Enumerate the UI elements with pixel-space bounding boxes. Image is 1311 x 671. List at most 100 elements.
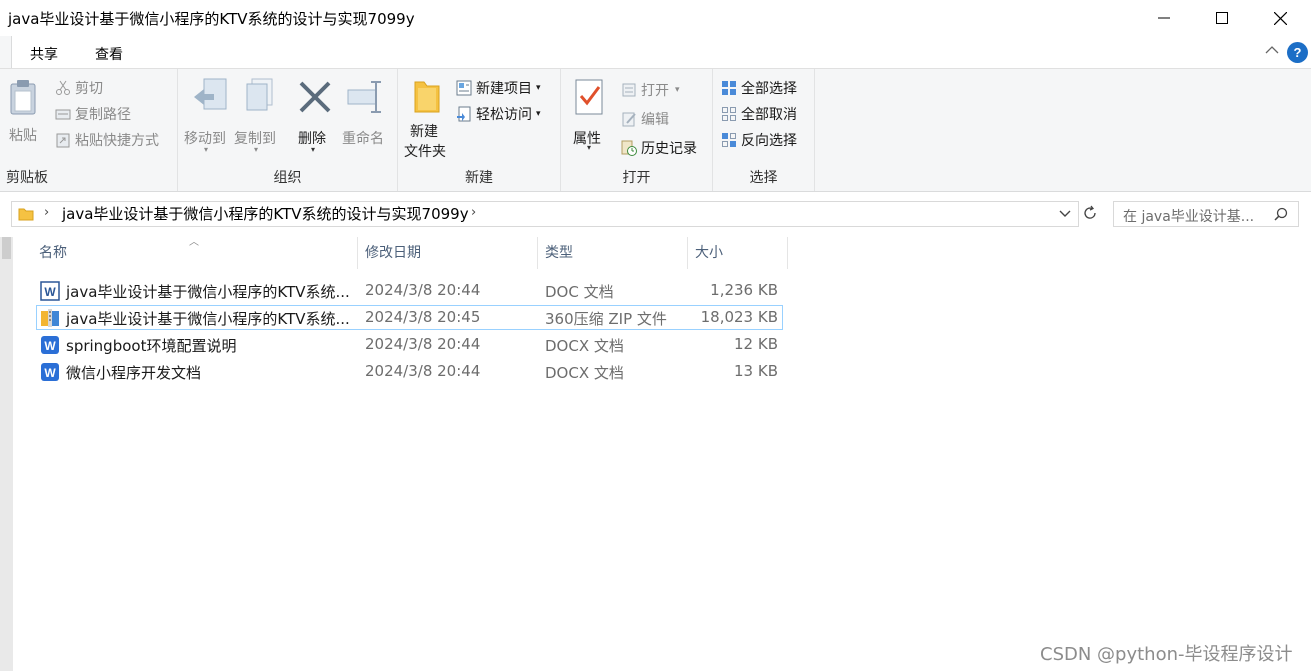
history-button[interactable]: 历史记录 <box>621 138 697 158</box>
delete-button[interactable]: 删除 ▾ <box>292 75 338 154</box>
cut-button[interactable]: 剪切 <box>55 78 103 98</box>
file-size: 12 KB <box>734 335 778 353</box>
move-to-dropdown-icon: ▾ <box>204 145 209 154</box>
collapse-ribbon-icon[interactable] <box>1265 44 1279 56</box>
file-row[interactable]: W 微信小程序开发文档 2024/3/8 20:44 DOCX 文档 13 KB <box>36 359 783 384</box>
copy-path-button[interactable]: 复制路径 <box>55 104 131 124</box>
properties-check-icon <box>575 79 603 115</box>
maximize-button[interactable] <box>1193 0 1251 36</box>
open-button[interactable]: 打开 ▾ <box>621 80 680 100</box>
address-row: › java毕业设计基于微信小程序的KTV系统的设计与实现7099y › 在 j… <box>0 193 1311 235</box>
ribbon-tab-bar: 共享 查看 <box>0 36 1311 68</box>
file-size: 13 KB <box>734 362 778 380</box>
file-type: 360压缩 ZIP 文件 <box>545 310 667 328</box>
file-name: springboot环境配置说明 <box>66 337 237 355</box>
svg-text:W: W <box>44 339 56 353</box>
delete-x-icon <box>299 81 331 113</box>
column-header-size[interactable]: 大小 <box>687 237 788 269</box>
history-label: 历史记录 <box>641 141 697 157</box>
paste-button[interactable]: 粘贴 <box>4 75 44 145</box>
new-folder-label-line2: 文件夹 <box>404 144 446 160</box>
tab-share[interactable]: 共享 <box>30 44 58 64</box>
select-none-button[interactable]: 全部取消 <box>721 104 797 124</box>
column-header-name[interactable]: 名称 <box>31 237 358 269</box>
watermark-text: CSDN @python-毕设程序设计 <box>1040 644 1293 665</box>
search-input[interactable]: 在 java毕业设计基... <box>1113 201 1299 227</box>
invert-selection-label: 反向选择 <box>741 133 797 149</box>
rename-button[interactable]: 重命名 <box>338 75 396 153</box>
file-row-selected[interactable]: java毕业设计基于微信小程序的KTV系统... 2024/3/8 20:45 … <box>36 305 783 330</box>
file-type: DOCX 文档 <box>545 337 624 355</box>
refresh-icon[interactable] <box>1082 205 1098 221</box>
copy-to-button[interactable]: 复制到 ▾ <box>232 75 284 154</box>
word-doc-icon: W <box>40 281 60 301</box>
properties-button[interactable]: 属性 ▾ <box>567 75 613 155</box>
close-icon <box>1273 11 1287 25</box>
new-item-icon <box>456 80 472 96</box>
new-item-dropdown-icon: ▾ <box>536 83 541 93</box>
file-name: 微信小程序开发文档 <box>66 364 202 382</box>
file-row[interactable]: W springboot环境配置说明 2024/3/8 20:44 DOCX 文… <box>36 332 783 357</box>
file-explorer-window: java毕业设计基于微信小程序的KTV系统的设计与实现7099y 共享 查看 ? <box>0 0 1311 671</box>
select-all-icon <box>722 81 736 95</box>
edit-pencil-icon <box>622 112 636 127</box>
properties-dropdown-icon: ▾ <box>587 143 592 152</box>
minimize-button[interactable] <box>1135 0 1193 36</box>
file-type: DOCX 文档 <box>545 364 624 382</box>
select-all-button[interactable]: 全部选择 <box>721 78 797 98</box>
column-header-type[interactable]: 类型 <box>537 237 688 269</box>
easy-access-button[interactable]: 轻松访问 ▾ <box>456 104 541 124</box>
column-header-date[interactable]: 修改日期 <box>357 237 538 269</box>
new-item-button[interactable]: 新建项目 ▾ <box>456 78 541 98</box>
zip-archive-icon <box>41 309 59 327</box>
invert-selection-button[interactable]: 反向选择 <box>721 130 797 150</box>
breadcrumb-current-folder[interactable]: java毕业设计基于微信小程序的KTV系统的设计与实现7099y <box>58 202 473 226</box>
open-label: 打开 <box>641 83 669 99</box>
new-group-label: 新建 <box>465 170 493 186</box>
open-group-label: 打开 <box>622 170 651 186</box>
breadcrumb-chevron-icon[interactable]: › <box>44 205 49 220</box>
file-date: 2024/3/8 20:45 <box>365 308 481 326</box>
help-icon[interactable]: ? <box>1287 42 1308 63</box>
file-row[interactable]: W java毕业设计基于微信小程序的KTV系统... 2024/3/8 20:4… <box>36 278 783 303</box>
navigation-pane-scrollbar[interactable] <box>0 237 13 671</box>
ribbon: 粘贴 剪切 复制路径 粘贴快捷方式 剪贴板 移动到 ▾ 复制到 ▾ 删除 ▾ 重… <box>0 68 1311 192</box>
history-icon <box>621 140 637 156</box>
tab-file[interactable] <box>0 36 12 68</box>
file-name: java毕业设计基于微信小程序的KTV系统... <box>66 310 350 328</box>
move-to-button[interactable]: 移动到 ▾ <box>182 75 234 154</box>
scissors-icon <box>56 80 70 95</box>
copy-path-label: 复制路径 <box>75 107 131 123</box>
file-date: 2024/3/8 20:44 <box>365 362 481 380</box>
new-item-label: 新建项目 <box>476 81 532 97</box>
paste-shortcut-icon <box>56 133 70 148</box>
new-folder-button[interactable]: 新建 文件夹 <box>402 75 454 161</box>
copy-to-icon <box>246 78 273 111</box>
delete-dropdown-icon: ▾ <box>311 145 316 154</box>
move-to-icon <box>194 78 227 110</box>
title-bar: java毕业设计基于微信小程序的KTV系统的设计与实现7099y <box>0 0 1311 36</box>
group-open: 属性 ▾ 打开 ▾ 编辑 历史记录 打开 <box>561 69 713 191</box>
breadcrumb-chevron-end-icon[interactable]: › <box>471 205 476 220</box>
select-none-icon <box>722 107 736 121</box>
svg-text:W: W <box>44 366 56 380</box>
select-group-label: 选择 <box>749 170 778 186</box>
address-history-dropdown-icon[interactable] <box>1058 206 1072 220</box>
svg-text:W: W <box>44 285 56 299</box>
edit-button[interactable]: 编辑 <box>621 109 669 129</box>
file-date: 2024/3/8 20:44 <box>365 281 481 299</box>
tab-view[interactable]: 查看 <box>95 44 123 64</box>
maximize-icon <box>1216 12 1228 24</box>
wps-word-icon: W <box>41 363 59 381</box>
search-placeholder: 在 java毕业设计基... <box>1123 209 1255 225</box>
copy-path-icon <box>55 109 71 120</box>
search-icon[interactable] <box>1274 207 1288 221</box>
easy-access-label: 轻松访问 <box>476 107 532 123</box>
address-bar[interactable]: › java毕业设计基于微信小程序的KTV系统的设计与实现7099y › <box>11 201 1079 227</box>
paste-label: 粘贴 <box>9 128 37 144</box>
file-size: 18,023 KB <box>700 308 778 326</box>
paste-shortcut-button[interactable]: 粘贴快捷方式 <box>55 130 159 150</box>
close-button[interactable] <box>1251 0 1309 36</box>
scrollbar-thumb[interactable] <box>2 237 11 259</box>
easy-access-dropdown-icon: ▾ <box>536 109 541 119</box>
